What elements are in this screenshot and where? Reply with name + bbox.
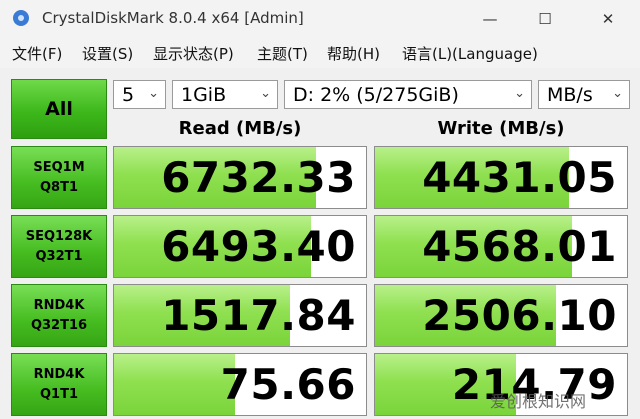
test-button-rnd4k-q32t16[interactable]: RND4K Q32T16: [11, 284, 107, 347]
test-label-line1: RND4K: [33, 297, 85, 313]
test-label-line2: Q32T1: [35, 248, 83, 264]
test-button-rnd4k-q1t1[interactable]: RND4K Q1T1: [11, 353, 107, 416]
chevron-down-icon: ⌄: [148, 86, 159, 101]
write-value: 2506.10: [422, 291, 617, 340]
menu-help[interactable]: 帮助(H): [327, 43, 380, 64]
close-button[interactable]: ✕: [588, 6, 628, 32]
chevron-down-icon: ⌄: [260, 86, 271, 101]
watermark-text: 爱创根知识网: [490, 392, 587, 411]
count-value: 5: [122, 83, 135, 106]
read-bar-fill: [114, 354, 235, 415]
test-button-seq1m-q8t1[interactable]: SEQ1M Q8T1: [11, 146, 107, 209]
maximize-button[interactable]: ☐: [525, 6, 565, 32]
write-value: 4568.01: [422, 222, 617, 271]
menu-bar: 文件(F) 设置(S) 显示状态(P) 主题(T) 帮助(H) 语言(L)(La…: [0, 38, 640, 68]
count-select[interactable]: 5 ⌄: [113, 80, 166, 109]
read-column-header: Read (MB/s): [178, 118, 302, 139]
read-value: 6493.40: [161, 222, 356, 271]
read-value: 75.66: [220, 360, 356, 409]
title-bar: CrystalDiskMark 8.0.4 x64 [Admin] — ☐ ✕: [0, 0, 640, 38]
read-result-cell: 6732.33: [113, 146, 367, 209]
test-label-line1: RND4K: [33, 366, 85, 382]
all-button[interactable]: All: [11, 79, 107, 139]
read-result-cell: 6493.40: [113, 215, 367, 278]
test-label-line2: Q32T16: [30, 317, 88, 333]
menu-language[interactable]: 语言(L)(Language): [402, 43, 538, 64]
write-result-cell: 4431.05: [374, 146, 628, 209]
unit-select[interactable]: MB/s ⌄: [538, 80, 630, 109]
unit-value: MB/s: [547, 83, 593, 106]
menu-file[interactable]: 文件(F): [12, 43, 62, 64]
test-label-line1: SEQ1M: [33, 159, 85, 175]
read-value: 6732.33: [161, 153, 356, 202]
drive-value: D: 2% (5/275GiB): [293, 83, 459, 106]
app-icon: [13, 10, 29, 26]
test-label-line2: Q8T1: [39, 179, 78, 195]
write-value: 4431.05: [422, 153, 617, 202]
chevron-down-icon: ⌄: [612, 86, 623, 101]
read-value: 1517.84: [161, 291, 356, 340]
write-column-header: Write (MB/s): [437, 118, 565, 139]
write-result-cell: 2506.10: [374, 284, 628, 347]
size-select[interactable]: 1GiB ⌄: [172, 80, 278, 109]
minimize-button[interactable]: —: [470, 6, 510, 32]
drive-select[interactable]: D: 2% (5/275GiB) ⌄: [284, 80, 532, 109]
menu-settings[interactable]: 设置(S): [82, 43, 133, 64]
window-title: CrystalDiskMark 8.0.4 x64 [Admin]: [42, 9, 304, 27]
menu-theme[interactable]: 主题(T): [257, 43, 308, 64]
menu-display-status[interactable]: 显示状态(P): [153, 43, 234, 64]
test-label-line1: SEQ128K: [25, 228, 93, 244]
chevron-down-icon: ⌄: [514, 86, 525, 101]
read-result-cell: 1517.84: [113, 284, 367, 347]
size-value: 1GiB: [181, 83, 227, 106]
test-label-line2: Q1T1: [39, 386, 78, 402]
read-result-cell: 75.66: [113, 353, 367, 416]
test-button-seq128k-q32t1[interactable]: SEQ128K Q32T1: [11, 215, 107, 278]
write-result-cell: 4568.01: [374, 215, 628, 278]
